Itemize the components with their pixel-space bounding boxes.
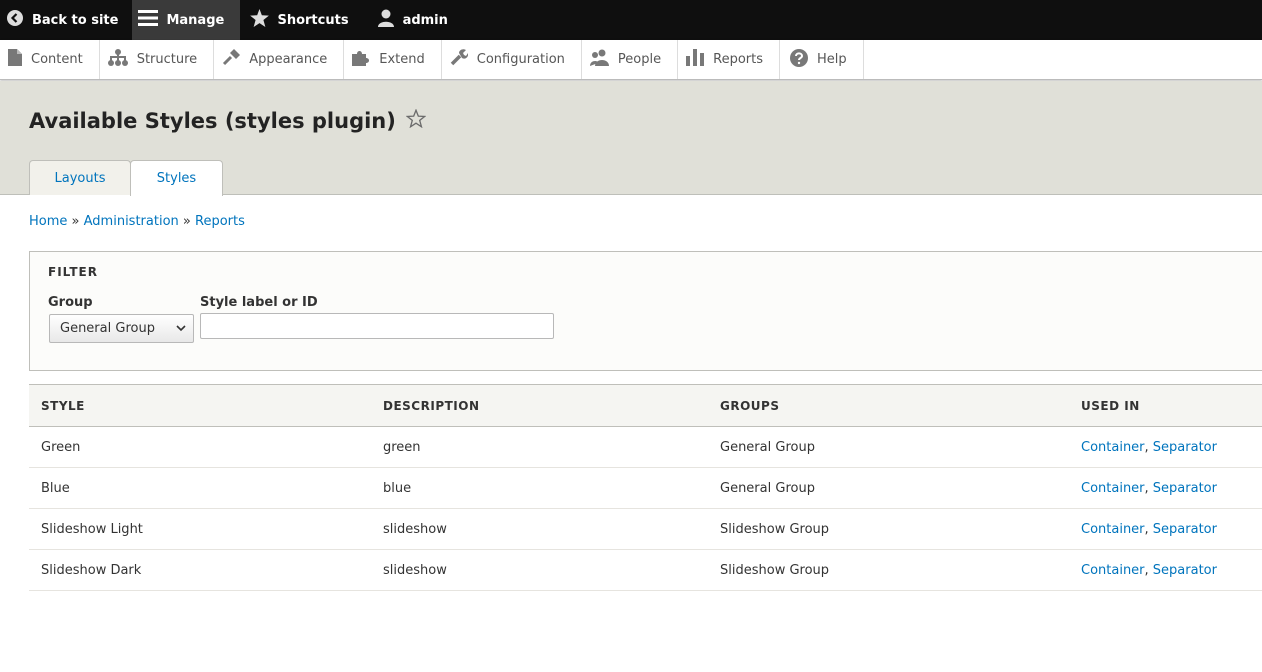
cell-groups: General Group	[708, 467, 1069, 509]
group-label: Group	[48, 295, 93, 310]
used-in-container-link[interactable]: Container	[1081, 563, 1145, 578]
style-search-input[interactable]	[200, 313, 554, 339]
admin-toolbar: Back to site Manage Shortcuts admin	[0, 0, 1262, 40]
group-select-value: General Group	[60, 321, 155, 336]
used-in-separator-link[interactable]: Separator	[1153, 563, 1217, 578]
admin-menu-tray: Content Structure Appearance Extend Conf…	[0, 40, 1262, 80]
column-header-description[interactable]: DESCRIPTION	[371, 384, 708, 427]
cell-style: Slideshow Light	[29, 508, 371, 550]
breadcrumb-administration[interactable]: Administration	[84, 214, 179, 229]
cell-description: blue	[371, 467, 708, 509]
tab-layouts[interactable]: Layouts	[29, 160, 131, 195]
breadcrumb-separator: »	[182, 214, 191, 229]
used-in-separator-link[interactable]: Separator	[1153, 522, 1217, 537]
tray-item-extend[interactable]: Extend	[344, 40, 442, 79]
cell-used-in: Container, Separator	[1069, 508, 1262, 550]
used-in-separator: ,	[1144, 521, 1153, 537]
menu-icon	[138, 9, 166, 31]
help-icon	[790, 48, 817, 71]
used-in-separator: ,	[1144, 480, 1153, 496]
table-header-row: STYLE DESCRIPTION GROUPS USED IN	[29, 384, 1262, 427]
tray-item-structure[interactable]: Structure	[100, 40, 215, 79]
chevron-left-circle-icon	[6, 9, 32, 31]
cell-description: green	[371, 426, 708, 468]
breadcrumb-home[interactable]: Home	[29, 214, 67, 229]
cell-description: slideshow	[371, 549, 708, 591]
puzzle-icon	[352, 49, 379, 70]
cell-used-in: Container, Separator	[1069, 426, 1262, 468]
file-icon	[8, 49, 31, 70]
cell-groups: General Group	[708, 426, 1069, 468]
tray-item-people[interactable]: People	[582, 40, 679, 79]
column-header-style[interactable]: STYLE	[29, 384, 371, 427]
used-in-separator: ,	[1144, 439, 1153, 455]
used-in-separator-link[interactable]: Separator	[1153, 481, 1217, 496]
sitemap-icon	[107, 49, 137, 70]
used-in-container-link[interactable]: Container	[1081, 481, 1145, 496]
tab-styles[interactable]: Styles	[130, 160, 223, 196]
star-icon	[250, 9, 277, 31]
tray-item-label: Configuration	[476, 52, 565, 67]
used-in-container-link[interactable]: Container	[1081, 440, 1145, 455]
wrench-icon	[450, 49, 477, 70]
user-tab[interactable]: admin	[361, 0, 460, 40]
page-header: Available Styles (styles plugin) Layouts…	[0, 81, 1262, 196]
table-row: Slideshow Light slideshow Slideshow Grou…	[29, 508, 1262, 550]
tray-item-label: Extend	[379, 52, 425, 67]
tray-item-content[interactable]: Content	[0, 40, 100, 79]
cell-style: Green	[29, 426, 371, 468]
user-icon	[377, 9, 403, 31]
primary-tabs: Layouts Styles	[29, 160, 223, 196]
group-select[interactable]: General Group	[49, 314, 194, 343]
manage-label: Manage	[166, 12, 225, 28]
page-title: Available Styles (styles plugin)	[29, 108, 427, 133]
shortcuts-label: Shortcuts	[277, 12, 349, 28]
tray-item-label: People	[617, 52, 662, 67]
tray-item-label: Structure	[136, 52, 198, 67]
back-to-site-label: Back to site	[32, 12, 119, 28]
breadcrumb: Home » Administration » Reports	[29, 214, 245, 229]
filter-title: FILTER	[48, 265, 98, 279]
cell-groups: Slideshow Group	[708, 508, 1069, 550]
back-to-site-link[interactable]: Back to site	[0, 0, 130, 40]
page-title-text: Available Styles (styles plugin)	[29, 109, 396, 133]
people-icon	[589, 49, 618, 70]
cell-used-in: Container, Separator	[1069, 549, 1262, 591]
cell-style: Slideshow Dark	[29, 549, 371, 591]
table-row: Blue blue General Group Container, Separ…	[29, 467, 1262, 509]
cell-description: slideshow	[371, 508, 708, 550]
table-row: Green green General Group Container, Sep…	[29, 426, 1262, 468]
breadcrumb-reports[interactable]: Reports	[195, 214, 245, 229]
column-header-groups[interactable]: GROUPS	[708, 384, 1069, 427]
used-in-separator-link[interactable]: Separator	[1153, 440, 1217, 455]
tray-item-reports[interactable]: Reports	[678, 40, 780, 79]
tray-item-help[interactable]: Help	[780, 40, 864, 79]
breadcrumb-separator: »	[71, 214, 80, 229]
tray-item-label: Reports	[713, 52, 763, 67]
tray-item-appearance[interactable]: Appearance	[214, 40, 345, 79]
cell-used-in: Container, Separator	[1069, 467, 1262, 509]
star-outline-icon[interactable]	[405, 108, 427, 133]
tray-item-label: Help	[817, 52, 847, 67]
tray-item-label: Appearance	[249, 52, 328, 67]
shortcuts-tab[interactable]: Shortcuts	[240, 0, 360, 40]
manage-tab[interactable]: Manage	[132, 0, 241, 40]
brush-icon	[222, 49, 249, 70]
bar-chart-icon	[686, 49, 713, 70]
style-label: Style label or ID	[200, 295, 318, 310]
cell-groups: Slideshow Group	[708, 549, 1069, 591]
table-row: Slideshow Dark slideshow Slideshow Group…	[29, 549, 1262, 591]
tray-item-configuration[interactable]: Configuration	[442, 40, 582, 79]
user-name-label: admin	[402, 12, 448, 28]
styles-table: STYLE DESCRIPTION GROUPS USED IN Green g…	[29, 384, 1262, 591]
used-in-container-link[interactable]: Container	[1081, 522, 1145, 537]
used-in-separator: ,	[1144, 562, 1153, 578]
column-header-used-in[interactable]: USED IN	[1069, 384, 1262, 427]
tray-item-label: Content	[31, 52, 83, 67]
cell-style: Blue	[29, 467, 371, 509]
filter-fieldset: FILTER Group Style label or ID General G…	[29, 251, 1262, 371]
